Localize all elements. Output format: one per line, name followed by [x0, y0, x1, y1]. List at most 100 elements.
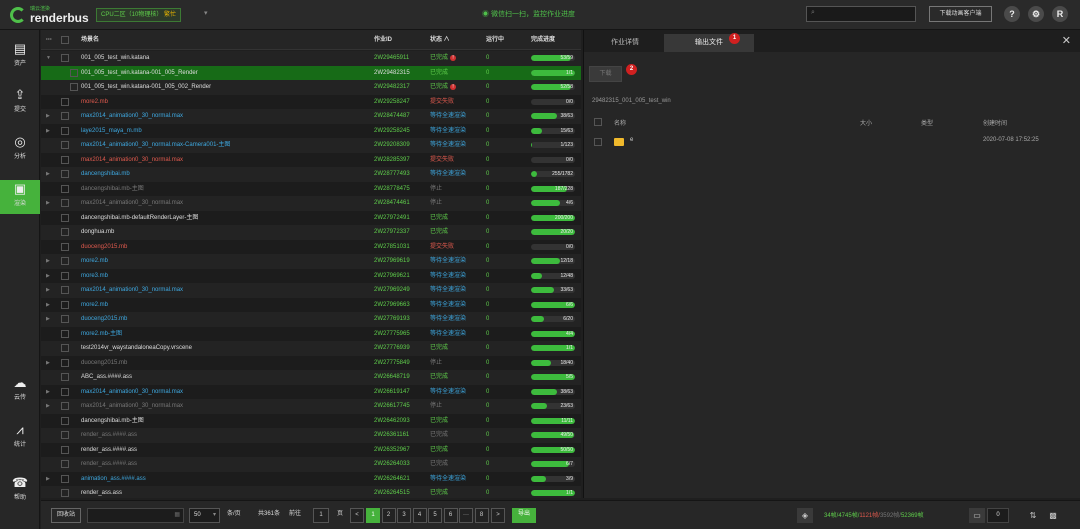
sidebar-item-4[interactable]: ☁ 云传	[0, 374, 40, 408]
expand-icon[interactable]: ▶	[46, 167, 50, 182]
row-checkbox[interactable]	[61, 431, 69, 439]
layers-icon[interactable]: ◈	[797, 508, 813, 523]
chevron-down-icon[interactable]: ▾	[204, 9, 208, 17]
sidebar-item-3[interactable]: ▣ 渲染	[0, 180, 40, 214]
help-button[interactable]: ?	[1004, 6, 1020, 22]
next-page-button[interactable]: >	[491, 508, 505, 523]
row-checkbox[interactable]	[61, 474, 69, 483]
scene-name[interactable]: max2014_animation0_30_normal.max	[81, 196, 366, 211]
expand-icon[interactable]: ▶	[46, 298, 50, 313]
table-row[interactable]: duoceng2015.mb 2W27851031 提交失败 0 0/0	[41, 239, 581, 254]
table-row[interactable]: max2014_animation0_30_normal.max-Camera0…	[41, 138, 581, 153]
row-checkbox[interactable]	[61, 329, 69, 338]
file-checkbox[interactable]	[594, 138, 602, 146]
table-row[interactable]: more2.mb-主图 2W27775965 等待全速渲染 0 4/4	[41, 326, 581, 341]
page-size-select[interactable]: 50 ▾	[189, 508, 220, 523]
filter-input[interactable]: ▦	[87, 508, 184, 523]
table-row[interactable]: ▶ more3.mb 2W27969621 等待全速渲染 0 12/48	[41, 268, 581, 284]
row-checkbox[interactable]	[61, 199, 69, 207]
table-row[interactable]: render_ass.ass 2W26264515 已完成 0 1/1	[41, 486, 581, 498]
file-row[interactable]: e 2020-07-08 17:52:25	[584, 134, 1080, 150]
row-checkbox[interactable]	[61, 489, 69, 497]
scene-name[interactable]: render_ass.####.ass	[81, 443, 366, 458]
expand-icon[interactable]: ▶	[46, 312, 50, 327]
row-checkbox[interactable]	[61, 416, 69, 425]
scene-name[interactable]: max2014_animation0_30_normal.max	[81, 283, 366, 298]
header-name[interactable]: 场景名	[81, 30, 99, 50]
row-checkbox[interactable]	[61, 213, 69, 222]
expand-icon[interactable]: ▶	[46, 283, 50, 298]
scene-name[interactable]: 001_005_test_win.katana-001_005_Render	[81, 66, 366, 81]
page-button[interactable]: 3	[397, 508, 411, 523]
sidebar-item-2[interactable]: ◎ 分析	[0, 133, 40, 167]
qr-code-icon[interactable]: ▩	[1045, 508, 1061, 523]
header-status[interactable]: 状态 ∧	[430, 30, 450, 50]
col-size[interactable]: 大小	[860, 118, 872, 127]
renderbus-logo[interactable]: 瑞云渲染 renderbus	[8, 5, 98, 27]
scene-name[interactable]: ABC_ass.####.ass	[81, 370, 366, 385]
table-row[interactable]: render_ass.####.ass 2W26352967 已完成 0 50/50	[41, 442, 581, 458]
row-checkbox[interactable]	[61, 402, 69, 410]
scene-name[interactable]: animation_ass.####.ass	[81, 472, 366, 487]
scene-name[interactable]: test2014vr_waystandaloneaCopy.vrscene	[81, 341, 366, 356]
scene-name[interactable]: 001_005_test_win.katana-001_005_002_Rend…	[81, 80, 366, 95]
row-checkbox[interactable]	[70, 68, 78, 77]
expand-icon[interactable]: ▶	[46, 109, 50, 124]
sidebar-item-1[interactable]: ⇪ 提交	[0, 86, 40, 120]
scene-name[interactable]: render_ass.####.ass	[81, 457, 366, 472]
scene-name[interactable]: max2014_animation0_30_normal.max	[81, 399, 366, 414]
row-checkbox[interactable]	[61, 54, 69, 62]
region-selector[interactable]: CPU二区（10物理核） 繁忙	[96, 8, 182, 22]
expand-icon[interactable]: ▶	[46, 269, 50, 284]
settings-button[interactable]: ⚙	[1028, 6, 1044, 22]
row-checkbox[interactable]	[61, 141, 69, 149]
page-button[interactable]: ···	[459, 508, 473, 523]
goto-page-input[interactable]: 1	[313, 508, 329, 523]
row-checkbox[interactable]	[61, 344, 69, 352]
row-checkbox[interactable]	[61, 155, 69, 164]
row-checkbox[interactable]	[61, 445, 69, 454]
header-running[interactable]: 运行中	[486, 30, 504, 50]
sidebar-item-6[interactable]: ☎ 帮助	[0, 474, 40, 508]
scene-name[interactable]: render_ass.ass	[81, 486, 366, 498]
page-button[interactable]: 8	[474, 508, 489, 523]
header-job-id[interactable]: 作业ID	[374, 30, 392, 50]
column-menu-icon[interactable]: ···	[46, 30, 52, 50]
row-checkbox[interactable]	[61, 387, 69, 396]
row-checkbox[interactable]	[61, 271, 69, 280]
scene-name[interactable]: more2.mb	[81, 298, 366, 313]
count-input[interactable]: 0	[987, 508, 1009, 523]
table-row[interactable]: render_ass.####.ass 2W26264033 已完成 0 6/7	[41, 457, 581, 472]
row-checkbox[interactable]	[61, 373, 69, 381]
row-checkbox[interactable]	[61, 460, 69, 468]
warning-icon[interactable]: !	[450, 84, 457, 90]
avatar[interactable]: R	[1052, 6, 1068, 22]
table-row[interactable]: ▶ more2.mb 2W27969619 等待全速渲染 0 12/18	[41, 254, 581, 269]
page-button[interactable]: 4	[412, 508, 427, 523]
wechat-monitor-link[interactable]: ◉ 微信扫一扫，监控作业进度	[482, 9, 575, 19]
col-name[interactable]: 名称	[614, 118, 626, 127]
row-checkbox[interactable]	[61, 112, 69, 120]
table-row[interactable]: ▶ max2014_animation0_30_normal.max 2W28474…	[41, 196, 581, 211]
table-row[interactable]: render_ass.####.ass 2W26361161 已完成 0 49/50	[41, 428, 581, 443]
expand-icon[interactable]: ▶	[46, 196, 50, 211]
table-row[interactable]: more2.mb 2W29258247 提交失败 0 0/0	[41, 94, 581, 109]
scene-name[interactable]: render_ass.####.ass	[81, 428, 366, 443]
row-checkbox[interactable]	[61, 97, 69, 106]
expand-icon[interactable]: ▶	[46, 254, 50, 269]
row-checkbox[interactable]	[61, 286, 69, 294]
expand-icon[interactable]: ▶	[46, 472, 50, 487]
page-button[interactable]: 5	[428, 508, 442, 523]
table-row[interactable]: ▶ max2014_animation0_30_normal.max 2W28474…	[41, 109, 581, 124]
scene-name[interactable]: max2014_animation0_30_normal.max-Camera0…	[81, 138, 366, 153]
file-name[interactable]: e	[630, 137, 633, 143]
download-client-button[interactable]: 下载动画客户端	[929, 6, 992, 22]
table-row[interactable]: ▶ animation_ass.####.ass 2W26264621 等待全速渲染 0…	[41, 471, 581, 487]
table-row[interactable]: ABC_ass.####.ass 2W26648719 已完成 0 5/5	[41, 370, 581, 385]
header-progress[interactable]: 完成进度	[531, 30, 555, 50]
scene-name[interactable]: laye2015_maya_m.mb	[81, 124, 366, 139]
table-row[interactable]: ▶ duoceng2015.mb 2W27769193 等待全速渲染 0 6/20	[41, 312, 581, 327]
scene-name[interactable]: 001_005_test_win.katana	[81, 51, 366, 66]
table-row[interactable]: dancengshibai.mb-主图 2W28778475 停止 0 187/228	[41, 181, 581, 196]
scene-name[interactable]: duoceng2015.mb	[81, 312, 366, 327]
